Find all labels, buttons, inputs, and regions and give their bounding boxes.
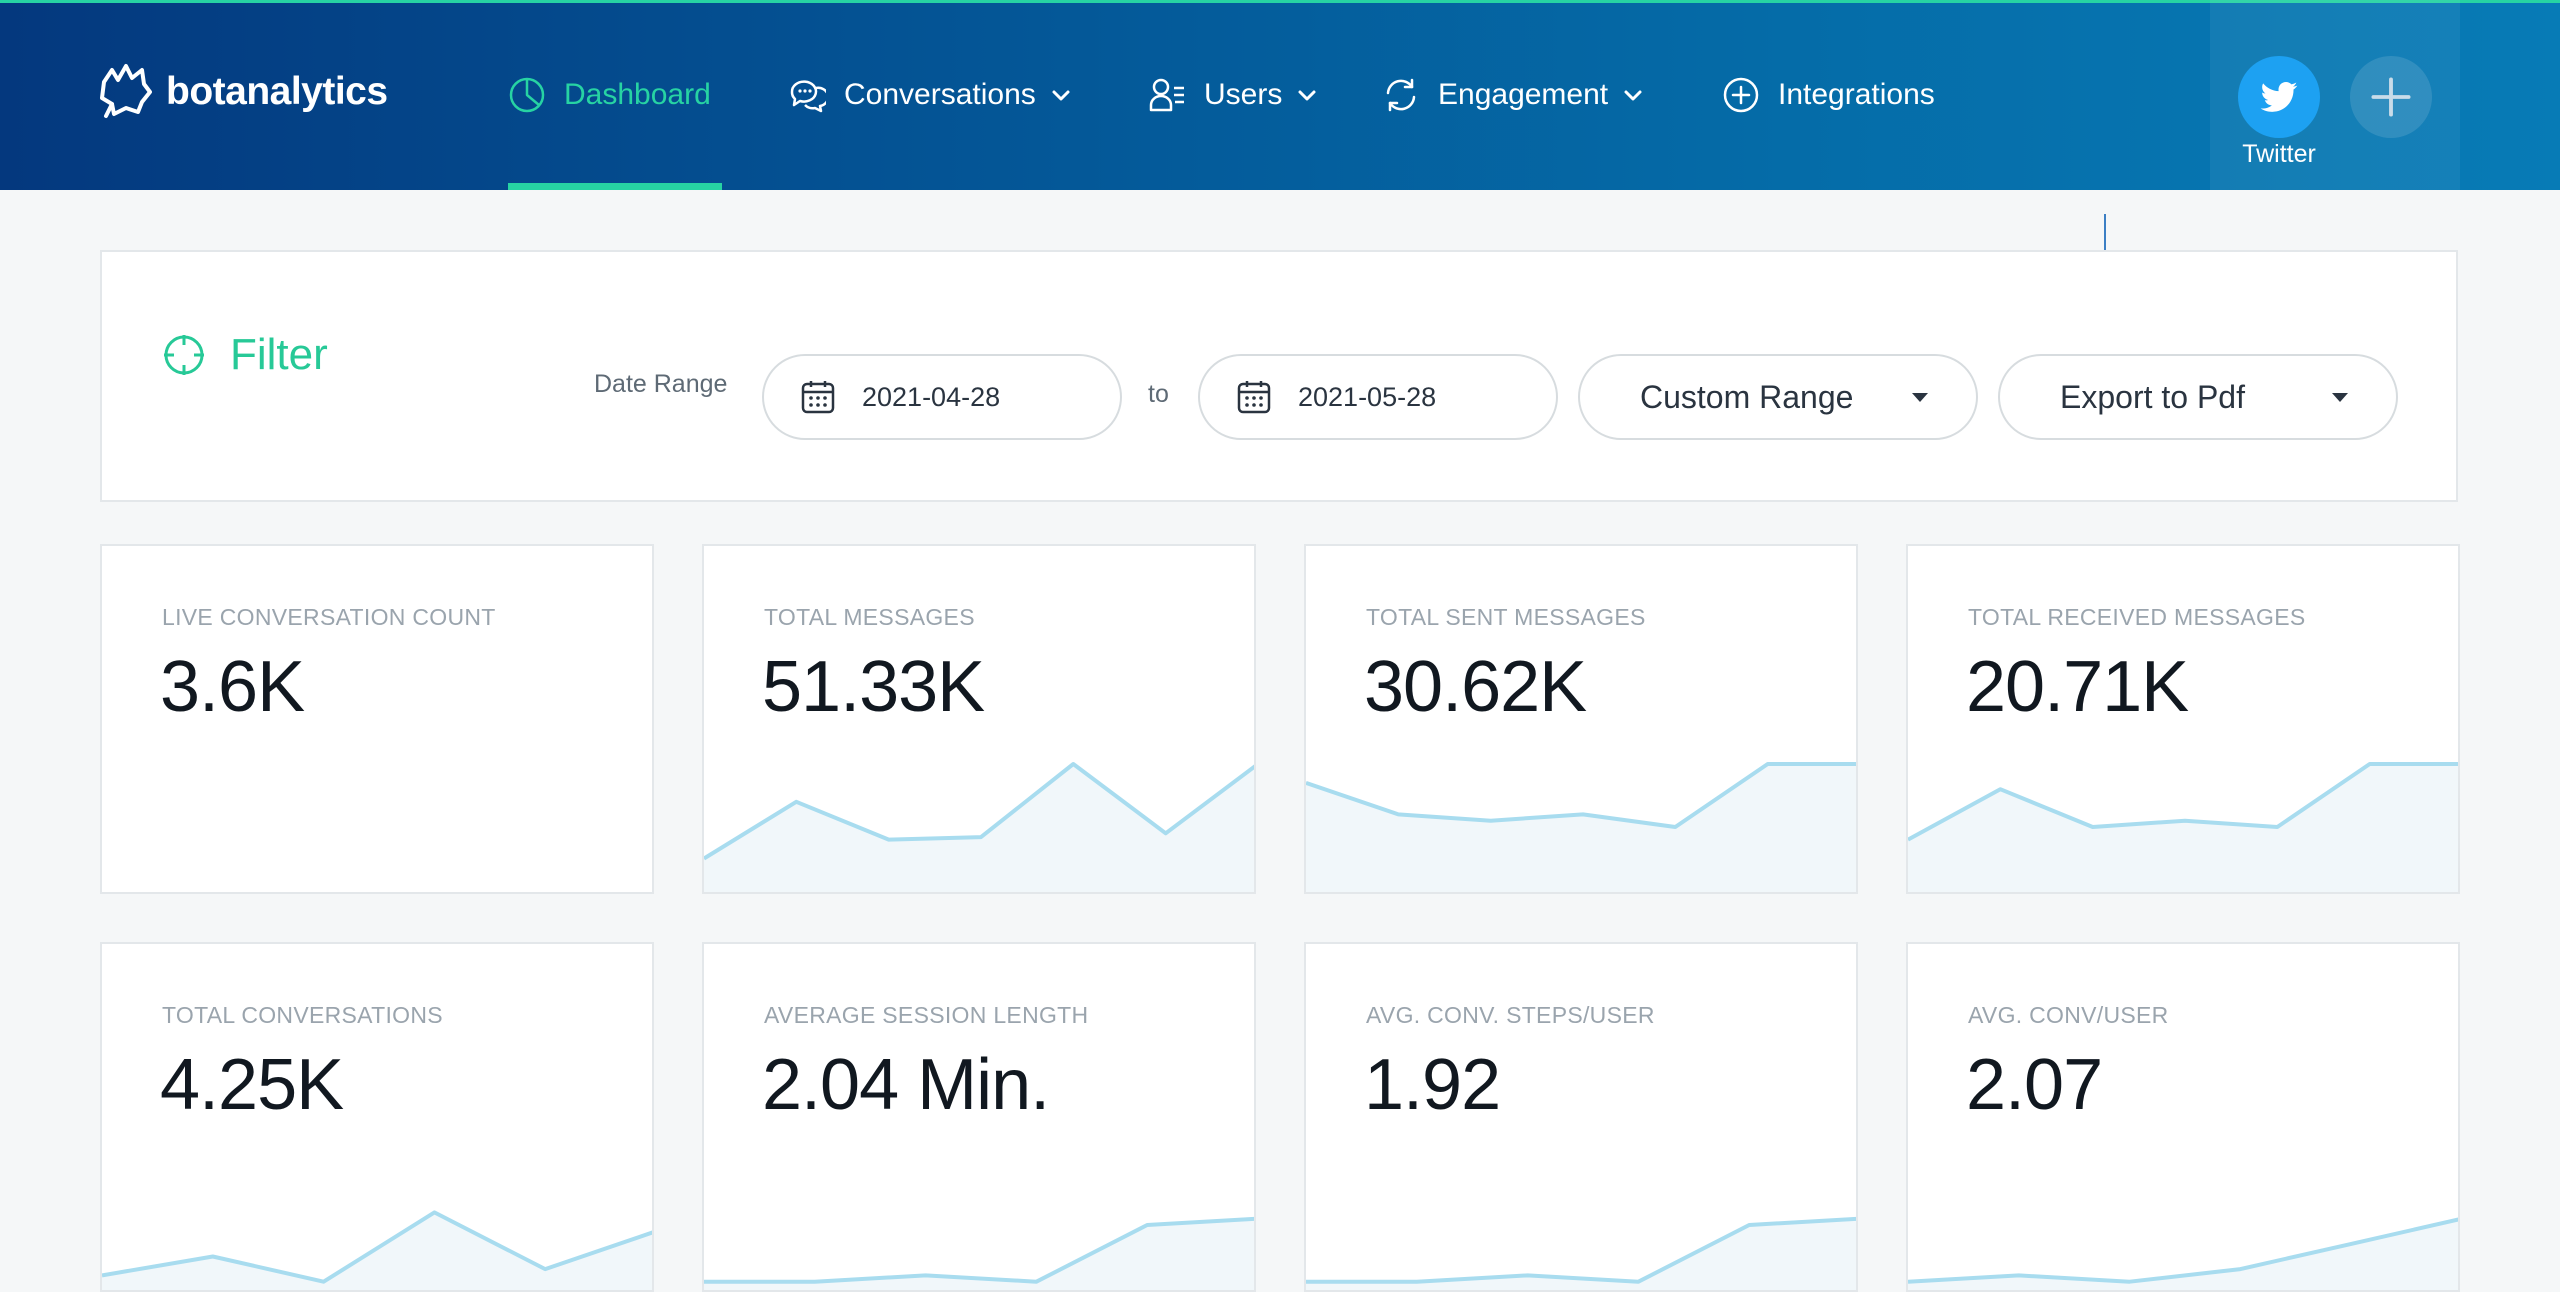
sparkline-area: [1908, 764, 2458, 892]
metric-value: 4.25K: [160, 1045, 344, 1125]
crosshair-icon: [164, 335, 204, 375]
active-tab-indicator: [508, 183, 722, 190]
metric-value: 2.07: [1966, 1045, 2103, 1125]
metric-value: 30.62K: [1364, 647, 1587, 727]
metric-card: TOTAL RECEIVED MESSAGES 20.71K: [1906, 544, 2460, 894]
to-label: to: [1148, 380, 1169, 408]
range-select[interactable]: Custom Range: [1578, 354, 1978, 440]
metric-card: LIVE CONVERSATION COUNT 3.6K: [100, 544, 654, 894]
app-logo[interactable]: botanalytics: [98, 62, 388, 122]
nav-integrations[interactable]: Integrations: [1722, 0, 1935, 190]
user-list-icon: [1148, 76, 1186, 114]
filter-title: Filter: [230, 330, 328, 379]
nav-label: Engagement: [1438, 78, 1609, 111]
date-range-label: Date Range: [594, 369, 728, 398]
tooltip-marker: [2104, 214, 2106, 252]
twitter-label: Twitter: [2242, 140, 2316, 168]
sparkline-area: [102, 1212, 652, 1290]
metric-label: TOTAL RECEIVED MESSAGES: [1968, 604, 2306, 630]
filter-panel: Filter Date Range 2021-04-28 to 2021-05-…: [100, 250, 2458, 502]
chat-bubbles-icon: [788, 76, 826, 114]
calendar-icon: [1237, 381, 1271, 414]
metric-card: TOTAL SENT MESSAGES 30.62K: [1304, 544, 1858, 894]
sparkline-chart: [1908, 1217, 2458, 1290]
top-navigation-bar: botanalytics Dashboard Conversations Use…: [0, 0, 2560, 190]
sparkline-chart: [704, 762, 1254, 892]
nav-conversations[interactable]: Conversations: [788, 0, 1072, 190]
chevron-down-icon: [1296, 84, 1318, 106]
metric-value: 2.04 Min.: [762, 1045, 1050, 1125]
sparkline-area: [1908, 1219, 2458, 1290]
sparkline-chart: [704, 1216, 1254, 1290]
metric-value: 20.71K: [1966, 647, 2189, 727]
end-date-input[interactable]: 2021-05-28: [1198, 354, 1558, 440]
add-account-button[interactable]: [2350, 56, 2432, 138]
nav-label: Integrations: [1778, 78, 1935, 111]
nav-engagement[interactable]: Engagement: [1382, 0, 1644, 190]
botanalytics-logo-icon: [100, 64, 152, 118]
plus-circle-icon: [1722, 76, 1760, 114]
metric-label: AVERAGE SESSION LENGTH: [764, 1002, 1089, 1028]
metric-label: AVG. CONV/USER: [1968, 1002, 2169, 1028]
refresh-cycle-icon: [1382, 76, 1420, 114]
twitter-bird-icon: [2260, 82, 2298, 112]
nav-label: Conversations: [844, 78, 1036, 111]
start-date-input[interactable]: 2021-04-28: [762, 354, 1122, 440]
sparkline-chart: [1908, 762, 2458, 892]
metric-label: TOTAL MESSAGES: [764, 604, 975, 630]
sparkline-chart: [1306, 762, 1856, 892]
plus-icon: [2371, 77, 2411, 117]
metric-value: 3.6K: [160, 647, 305, 727]
nav-users[interactable]: Users: [1148, 0, 1318, 190]
calendar-icon: [801, 381, 835, 414]
nav-dashboard[interactable]: Dashboard: [508, 0, 722, 190]
sparkline-area: [1306, 764, 1856, 892]
export-select[interactable]: Export to Pdf: [1998, 354, 2398, 440]
range-select-value: Custom Range: [1640, 378, 1854, 415]
export-select-value: Export to Pdf: [2060, 378, 2245, 415]
start-date-value: 2021-04-28: [862, 381, 1001, 412]
metric-label: TOTAL SENT MESSAGES: [1366, 604, 1646, 630]
metric-label: AVG. CONV. STEPS/USER: [1366, 1002, 1655, 1028]
nav-label: Users: [1204, 78, 1283, 111]
filter-heading: Filter: [162, 330, 328, 380]
nav-label: Dashboard: [564, 78, 711, 111]
sparkline-chart: [1306, 1216, 1856, 1290]
metric-label: TOTAL CONVERSATIONS: [162, 1002, 443, 1028]
pie-chart-icon: [508, 76, 546, 114]
caret-down-icon: [2332, 392, 2348, 402]
metric-value: 51.33K: [762, 647, 985, 727]
metric-card: AVERAGE SESSION LENGTH 2.04 Min.: [702, 942, 1256, 1292]
metric-card: TOTAL MESSAGES 51.33K: [702, 544, 1256, 894]
metric-label: LIVE CONVERSATION COUNT: [162, 604, 496, 630]
caret-down-icon: [1912, 392, 1928, 402]
chevron-down-icon: [1050, 84, 1072, 106]
end-date-value: 2021-05-28: [1298, 381, 1437, 412]
chevron-down-icon: [1622, 84, 1644, 106]
metric-card: AVG. CONV/USER 2.07: [1906, 942, 2460, 1292]
twitter-account-button[interactable]: [2238, 56, 2320, 138]
metric-card: AVG. CONV. STEPS/USER 1.92: [1304, 942, 1858, 1292]
app-name: botanalytics: [166, 70, 388, 113]
metric-value: 1.92: [1364, 1045, 1501, 1125]
sparkline-chart: [102, 752, 654, 892]
sparkline-chart: [102, 1210, 652, 1290]
metric-card: TOTAL CONVERSATIONS 4.25K: [100, 942, 654, 1292]
